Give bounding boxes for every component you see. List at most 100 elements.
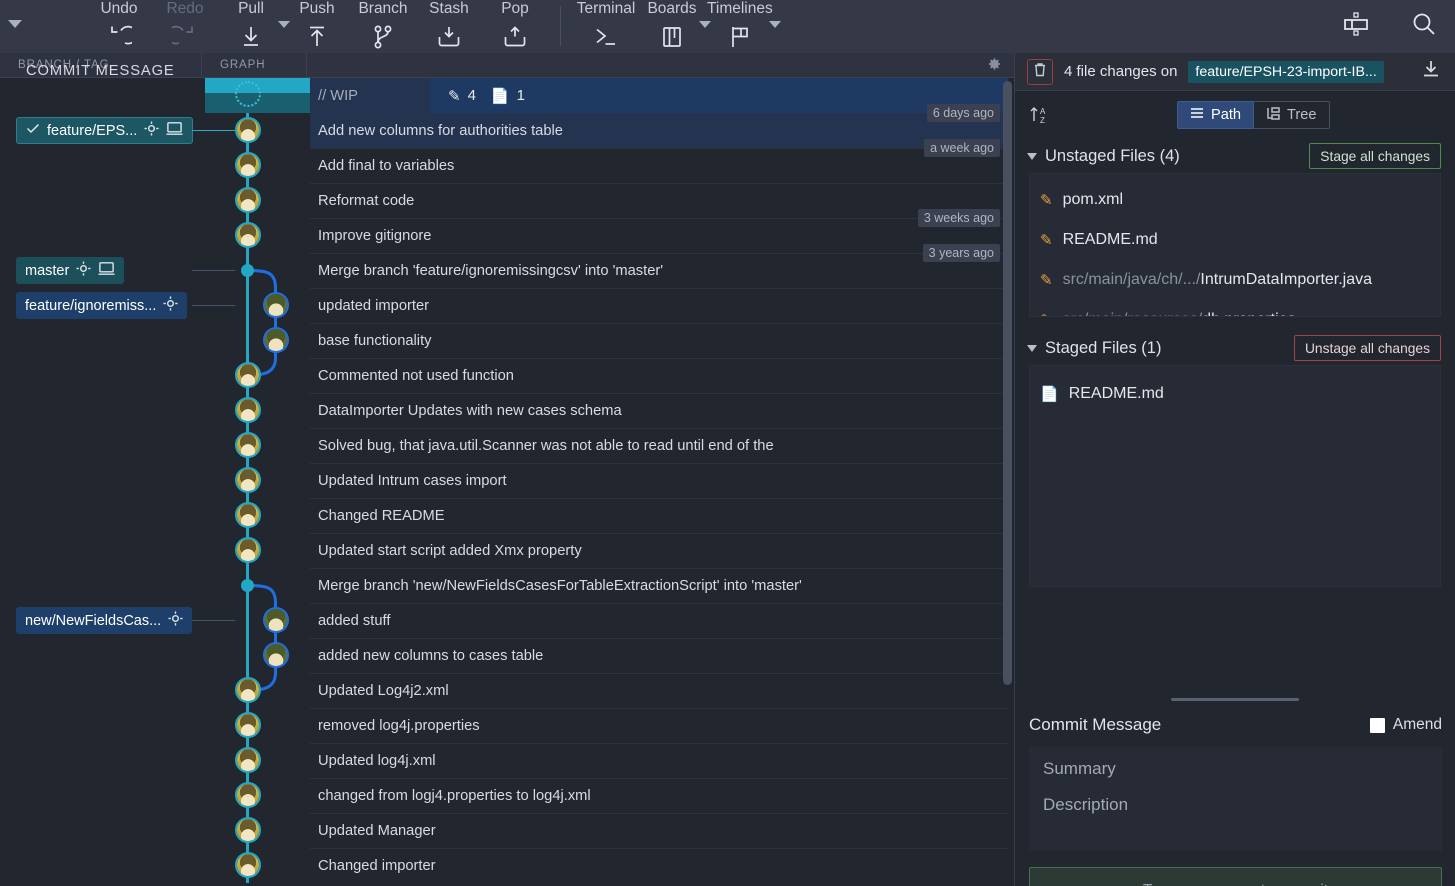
- target-icon[interactable]: [163, 296, 178, 315]
- sort-az-icon[interactable]: A Z: [1029, 104, 1059, 126]
- commit-button[interactable]: Type a message to commit: [1029, 867, 1442, 886]
- commit-message: added stuff: [318, 612, 391, 629]
- branch-label[interactable]: master: [16, 257, 125, 284]
- layout-panels-icon[interactable]: [1341, 11, 1371, 42]
- toolbar-button-redo[interactable]: Redo: [152, 0, 218, 53]
- table-row[interactable]: feature/EPS... Add new columns for author…: [0, 104, 1014, 148]
- branch-label[interactable]: feature/EPS...: [16, 117, 194, 144]
- avatar[interactable]: [235, 712, 261, 738]
- toolbar-button-pop[interactable]: Pop: [482, 0, 548, 53]
- wip-node[interactable]: [235, 81, 261, 107]
- view-mode-path[interactable]: Path: [1177, 101, 1255, 129]
- unstaged-collapse-caret[interactable]: [1027, 152, 1037, 160]
- view-mode-tree[interactable]: Tree: [1254, 101, 1330, 129]
- table-row[interactable]: Changed importer: [0, 848, 1014, 883]
- merge-node[interactable]: [241, 264, 254, 277]
- avatar[interactable]: [235, 677, 261, 703]
- repo-dropdown-caret[interactable]: [8, 20, 22, 28]
- table-row[interactable]: Improve gitignore 3 weeks ago: [0, 209, 1014, 253]
- toolbar-button-undo[interactable]: Undo: [86, 0, 152, 53]
- search-icon[interactable]: [1411, 11, 1437, 42]
- avatar[interactable]: [235, 187, 261, 213]
- avatar[interactable]: [263, 642, 289, 668]
- table-row[interactable]: new/NewFieldsCas... added stuff: [0, 603, 1014, 638]
- table-row[interactable]: Changed README: [0, 498, 1014, 533]
- toolbar-button-push[interactable]: Push: [284, 0, 350, 53]
- table-row[interactable]: Updated start script added Xmx property: [0, 533, 1014, 568]
- graph-scrollbar[interactable]: [1003, 81, 1012, 685]
- unstage-all-button[interactable]: Unstage all changes: [1293, 335, 1441, 361]
- amend-checkbox[interactable]: [1369, 717, 1385, 733]
- table-row[interactable]: removed log4j.properties: [0, 708, 1014, 743]
- table-row[interactable]: Merge branch 'new/NewFieldsCasesForTable…: [0, 568, 1014, 603]
- table-row[interactable]: Updated log4j.xml: [0, 743, 1014, 778]
- commit-message-inputs[interactable]: Summary Description: [1029, 747, 1442, 851]
- toolbar-button-timelines[interactable]: Timelines: [705, 0, 781, 53]
- avatar[interactable]: [235, 537, 261, 563]
- branch-label[interactable]: feature/ignoremiss...: [16, 292, 188, 319]
- target-icon[interactable]: [168, 611, 183, 630]
- avatar[interactable]: [235, 152, 261, 178]
- toolbar-button-stash[interactable]: Stash: [416, 0, 482, 53]
- avatar[interactable]: [235, 782, 261, 808]
- list-item[interactable]: ✎ src/main/java/ch/.../IntrumDataImporter…: [1030, 260, 1440, 300]
- toolbar-button-terminal[interactable]: Terminal: [573, 0, 639, 53]
- table-row[interactable]: Commented not used function: [0, 358, 1014, 393]
- wip-message[interactable]: // WIP: [310, 78, 430, 113]
- table-row[interactable]: Add final to variables a week ago: [0, 139, 1014, 183]
- avatar[interactable]: [235, 817, 261, 843]
- avatar[interactable]: [235, 117, 261, 143]
- summary-input[interactable]: Summary: [1043, 759, 1428, 779]
- avatar[interactable]: [235, 222, 261, 248]
- monitor-icon[interactable]: [98, 261, 115, 280]
- avatar[interactable]: [235, 852, 261, 878]
- list-item[interactable]: ✎ src/main/resources/db.properties: [1030, 300, 1440, 316]
- branch-label[interactable]: new/NewFieldsCas...: [16, 607, 193, 634]
- unstaged-title: Unstaged Files (4): [1045, 146, 1180, 165]
- download-icon[interactable]: [1421, 59, 1441, 84]
- avatar[interactable]: [235, 747, 261, 773]
- merge-node[interactable]: [241, 579, 254, 592]
- toolbar-button-branch[interactable]: Branch: [350, 0, 416, 53]
- list-item[interactable]: ✎ README.md: [1030, 220, 1440, 260]
- table-row[interactable]: Reformat code: [0, 183, 1014, 218]
- list-item[interactable]: 📄 README.md: [1030, 374, 1440, 414]
- avatar[interactable]: [235, 432, 261, 458]
- current-branch-badge[interactable]: feature/EPSH-23-import-IB...: [1188, 60, 1384, 83]
- discard-all-button[interactable]: [1027, 58, 1053, 85]
- table-row[interactable]: Solved bug, that java.util.Scanner was n…: [0, 428, 1014, 463]
- avatar[interactable]: [235, 502, 261, 528]
- table-row[interactable]: added new columns to cases table: [0, 638, 1014, 673]
- table-row[interactable]: master Merge branch 'feature/ignoremissin…: [0, 244, 1014, 288]
- description-input[interactable]: Description: [1043, 795, 1428, 815]
- table-row[interactable]: Updated Manager: [0, 813, 1014, 848]
- target-icon[interactable]: [76, 261, 91, 280]
- table-row[interactable]: Updated Intrum cases import: [0, 463, 1014, 498]
- avatar[interactable]: [235, 397, 261, 423]
- svg-text:A: A: [1040, 107, 1046, 116]
- amend-toggle[interactable]: Amend: [1369, 716, 1442, 734]
- avatar[interactable]: [263, 292, 289, 318]
- branch-cell: [0, 708, 205, 743]
- avatar[interactable]: [235, 362, 261, 388]
- table-row[interactable]: DataImporter Updates with new cases sche…: [0, 393, 1014, 428]
- toolbar-caret-timelines[interactable]: [768, 21, 781, 28]
- list-item[interactable]: ✎ pom.xml: [1030, 180, 1440, 220]
- table-row[interactable]: feature/ignoremiss... updated importer: [0, 288, 1014, 323]
- avatar[interactable]: [263, 607, 289, 633]
- staged-collapse-caret[interactable]: [1027, 344, 1037, 352]
- stage-all-button[interactable]: Stage all changes: [1309, 143, 1441, 169]
- monitor-icon[interactable]: [166, 121, 183, 140]
- gear-icon[interactable]: [987, 57, 1002, 75]
- table-row[interactable]: changed from logj4.properties to log4j.x…: [0, 778, 1014, 813]
- target-icon[interactable]: [144, 121, 159, 140]
- panel-resize-grip[interactable]: [1171, 698, 1299, 701]
- file-path: src/main/java/ch/.../IntrumDataImporter.…: [1062, 271, 1373, 288]
- wip-row[interactable]: // WIP ✎ 4 📄 1: [0, 78, 1014, 113]
- avatar[interactable]: [235, 467, 261, 493]
- toolbar-button-boards[interactable]: Boards: [639, 0, 711, 53]
- avatar[interactable]: [263, 327, 289, 353]
- table-row[interactable]: base functionality: [0, 323, 1014, 358]
- table-row[interactable]: Updated Log4j2.xml: [0, 673, 1014, 708]
- toolbar-button-pull[interactable]: Pull: [218, 0, 290, 53]
